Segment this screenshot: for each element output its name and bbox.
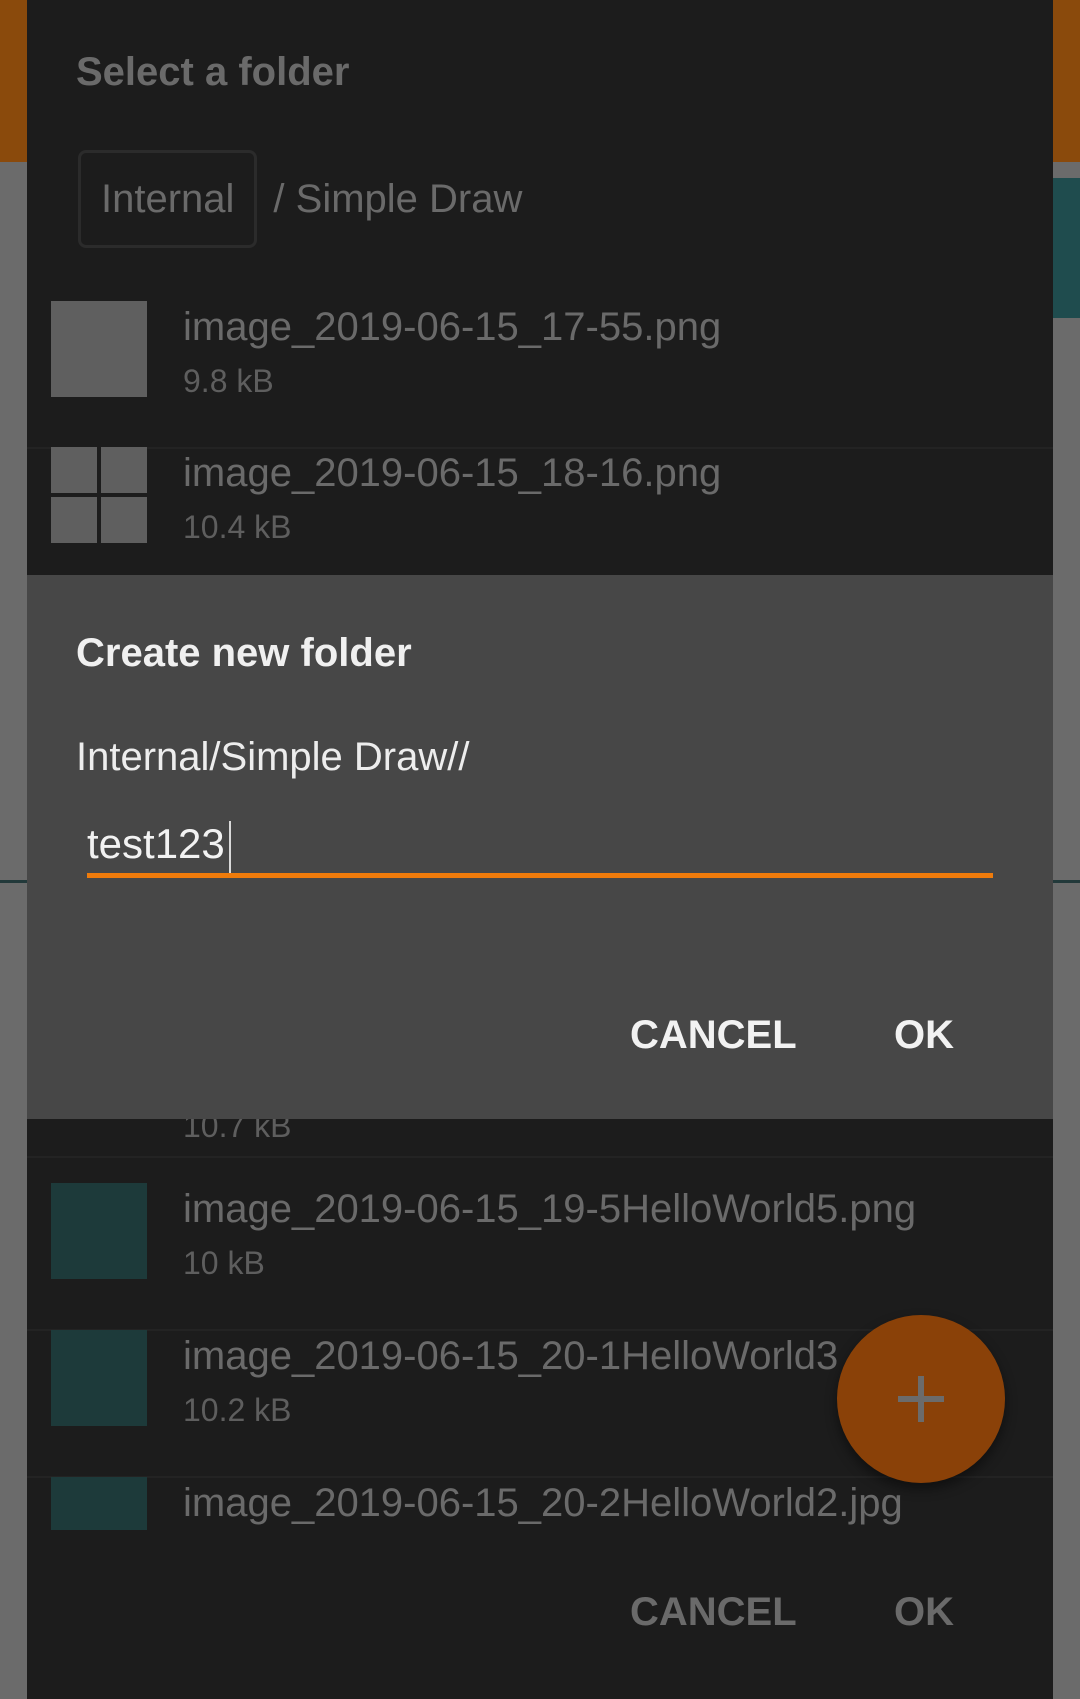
dialog-title: Select a folder — [76, 50, 350, 94]
file-thumbnail — [51, 1330, 147, 1426]
file-name: image_2019-06-15_20-1HelloWorld3 — [183, 1334, 839, 1378]
breadcrumb-root-internal[interactable]: Internal — [78, 150, 258, 248]
file-list-item[interactable]: image_2019-06-15_17-55.png 9.8 kB — [27, 301, 1053, 449]
file-list-item[interactable]: image_2019-06-15_18-16.png 10.4 kB — [27, 447, 1053, 595]
cancel-button[interactable]: CANCEL — [630, 1013, 797, 1058]
folder-path-label: Internal/Simple Draw// — [76, 735, 470, 779]
breadcrumb: Internal / Simple Draw — [78, 150, 523, 248]
file-list-item[interactable]: image_2019-06-15_19-5HelloWorld5.png 10 … — [27, 1183, 1053, 1331]
file-thumbnail — [51, 447, 147, 543]
create-folder-dialog: Create new folder Internal/Simple Draw//… — [27, 575, 1053, 1119]
file-name: image_2019-06-15_17-55.png — [183, 305, 722, 349]
file-thumbnail — [51, 1183, 147, 1279]
file-size: 10.2 kB — [183, 1392, 292, 1428]
ok-button[interactable]: OK — [894, 1013, 954, 1058]
add-folder-fab[interactable] — [837, 1315, 1005, 1483]
background-divider — [1050, 880, 1080, 883]
text-cursor — [229, 821, 231, 873]
file-thumbnail — [51, 301, 147, 397]
chooser-cancel-button[interactable]: CANCEL — [630, 1590, 797, 1635]
file-size: 9.8 kB — [183, 363, 274, 399]
chooser-ok-button[interactable]: OK — [894, 1590, 954, 1635]
dialog-title: Create new folder — [76, 631, 412, 675]
breadcrumb-current-folder: / Simple Draw — [273, 176, 523, 221]
file-size: 10 kB — [183, 1245, 265, 1281]
file-name: image_2019-06-15_19-5HelloWorld5.png — [183, 1187, 917, 1231]
folder-name-input[interactable] — [87, 815, 993, 878]
background-divider — [0, 880, 30, 883]
file-size: 10.4 kB — [183, 509, 292, 545]
file-name: image_2019-06-15_20-2HelloWorld2.jpg — [183, 1481, 903, 1525]
file-thumbnail — [51, 1477, 147, 1530]
file-name: image_2019-06-15_18-16.png — [183, 451, 722, 495]
